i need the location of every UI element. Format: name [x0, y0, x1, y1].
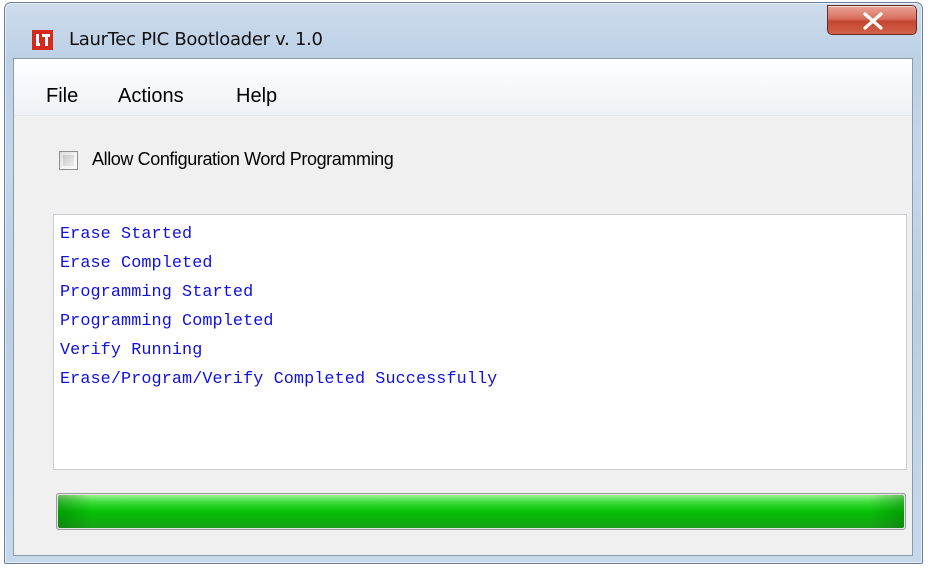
window-title: LaurTec PIC Bootloader v. 1.0 — [69, 29, 323, 50]
log-line: Erase Started — [60, 225, 193, 244]
app-window: LaurTec PIC Bootloader v. 1.0 File Actio… — [4, 2, 923, 564]
close-x-icon — [863, 12, 883, 30]
title-bar[interactable]: LaurTec PIC Bootloader v. 1.0 — [5, 3, 922, 59]
menu-bar: File Actions Help — [14, 59, 912, 116]
menu-file[interactable]: File — [46, 85, 78, 108]
config-word-label[interactable]: Allow Configuration Word Programming — [92, 149, 394, 170]
menu-actions[interactable]: Actions — [118, 85, 184, 108]
menu-help[interactable]: Help — [236, 85, 277, 108]
log-line: Programming Completed — [60, 312, 274, 331]
log-line: Erase Completed — [60, 254, 213, 273]
progress-fill — [58, 495, 904, 528]
log-line: Programming Started — [60, 283, 254, 302]
progress-bar — [56, 493, 906, 530]
close-button[interactable] — [827, 5, 917, 35]
checkbox-fill — [63, 155, 74, 166]
log-line: Verify Running — [60, 341, 203, 360]
log-output[interactable]: Erase Started Erase Completed Programmin… — [53, 214, 907, 470]
client-area: File Actions Help Allow Configuration Wo… — [13, 58, 913, 556]
log-line: Erase/Program/Verify Completed Successfu… — [60, 370, 498, 389]
laurtec-logo-icon — [32, 30, 53, 50]
config-word-checkbox[interactable] — [59, 151, 78, 170]
